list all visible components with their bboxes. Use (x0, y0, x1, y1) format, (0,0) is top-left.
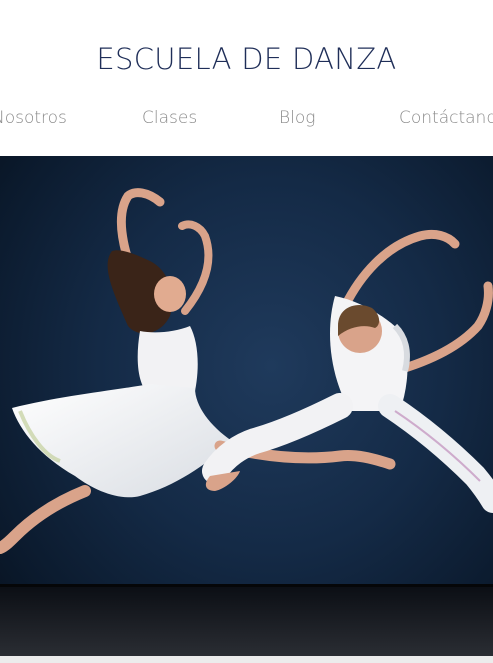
nav-item-nosotros[interactable]: Nosotros (0, 108, 67, 128)
site-title-link[interactable]: ESCUELA DE DANZA (0, 42, 493, 76)
dancers-illustration (0, 188, 493, 656)
stage-floor (0, 586, 493, 656)
nav-item-contactanos[interactable]: Contáctanos (399, 108, 493, 128)
main-nav: Nosotros Clases Blog Contáctanos (0, 108, 493, 132)
female-dancer (0, 188, 396, 554)
page: ESCUELA DE DANZA Nosotros Clases Blog Co… (0, 0, 493, 663)
nav-item-clases[interactable]: Clases (142, 108, 197, 128)
page-bottom-strip (0, 656, 493, 663)
hero-image (0, 156, 493, 656)
site-header: ESCUELA DE DANZA Nosotros Clases Blog Co… (0, 0, 493, 156)
nav-item-blog[interactable]: Blog (279, 108, 315, 128)
